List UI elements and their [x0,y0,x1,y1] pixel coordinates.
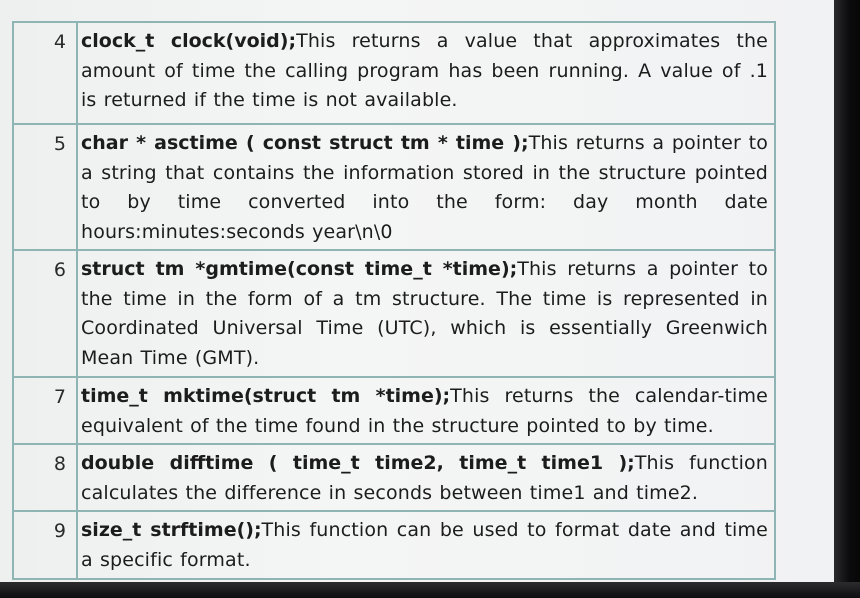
table-row: 4 clock_t clock(void);This returns a val… [12,21,776,125]
row-description-cell: clock_t clock(void);This returns a value… [76,21,776,125]
function-table: 4 clock_t clock(void);This returns a val… [12,21,776,580]
row-number: 5 [12,123,78,251]
function-signature: clock_t clock(void); [81,30,297,52]
table-row: 7 time_t mktime(struct tm *time);This re… [12,376,776,445]
row-description-cell: time_t mktime(struct tm *time);This retu… [76,376,776,445]
row-number: 4 [12,21,78,125]
row-number: 8 [12,443,78,512]
row-description-cell: size_t strftime();This function can be u… [76,510,776,580]
function-signature: time_t mktime(struct tm *time); [81,385,451,407]
function-signature: double difftime ( time_t time2, time_t t… [81,452,635,474]
function-signature: size_t strftime(); [81,519,262,541]
table-row: 6 struct tm *gmtime(const time_t *time);… [12,249,776,378]
screen-edge-bottom [0,582,860,598]
table-row: 5 char * asctime ( const struct tm * tim… [12,123,776,251]
table-row: 9 size_t strftime();This function can be… [12,510,776,580]
row-number: 6 [12,249,78,378]
row-description-cell: double difftime ( time_t time2, time_t t… [76,443,776,512]
row-description-cell: struct tm *gmtime(const time_t *time);Th… [76,249,776,378]
row-number: 9 [12,510,78,580]
table-row: 8 double difftime ( time_t time2, time_t… [12,443,776,512]
slide-page: 4 clock_t clock(void);This returns a val… [0,0,860,598]
screen-edge-right [834,0,860,598]
row-number: 7 [12,376,78,445]
row-description-cell: char * asctime ( const struct tm * time … [76,123,776,251]
function-signature: char * asctime ( const struct tm * time … [81,132,529,154]
function-signature: struct tm *gmtime(const time_t *time); [81,258,518,280]
